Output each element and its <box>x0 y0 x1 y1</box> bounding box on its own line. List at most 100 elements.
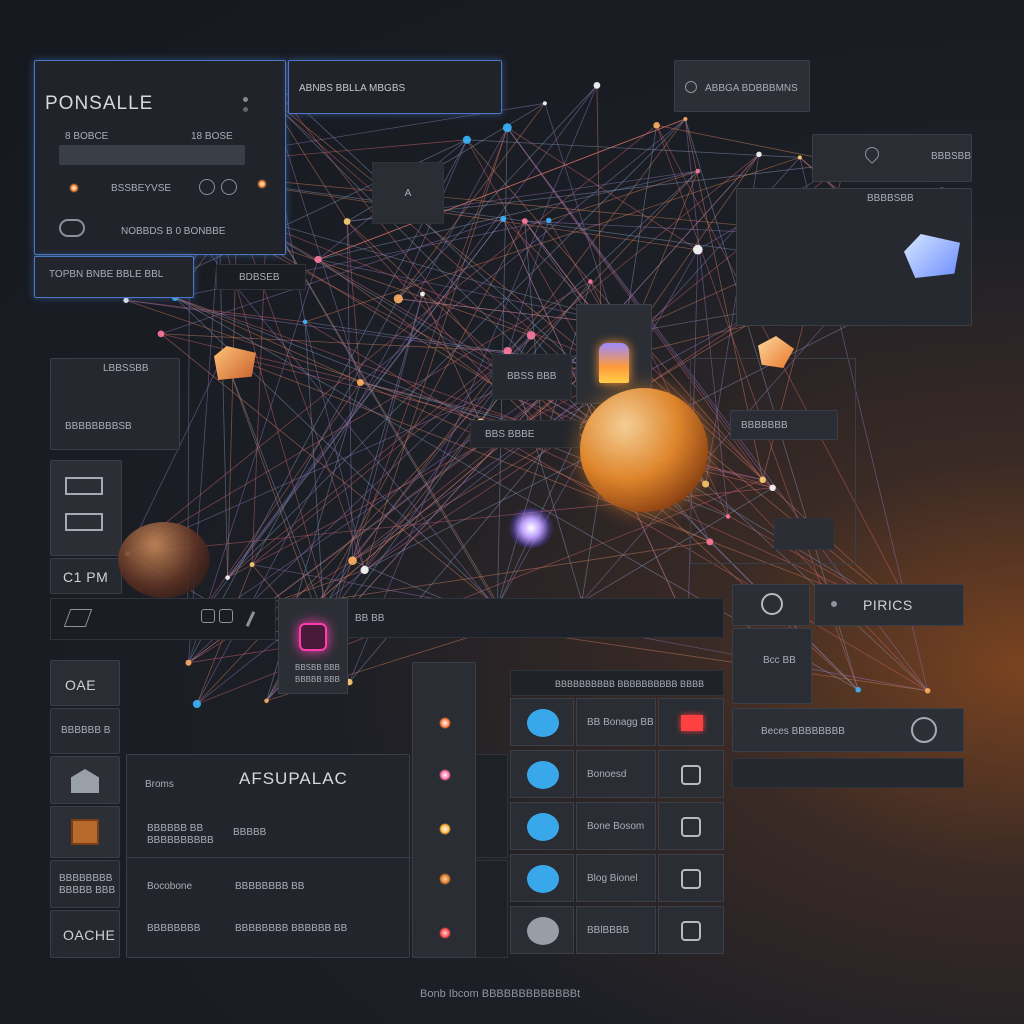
violet-glow <box>508 508 554 548</box>
list-item-action[interactable] <box>658 802 724 850</box>
ponsalle-title: PONSALLE <box>45 93 154 114</box>
middle-left-card: LBBSSBB BBBBBBBBSB <box>50 358 180 450</box>
list-item-label: BB Bonagg BB <box>576 698 656 746</box>
ponsalle-panel: PONSALLE 8 BOBCE 18 BOSE BSSBEYVSE NOBBD… <box>34 60 286 255</box>
list-item-icon[interactable] <box>510 698 574 746</box>
pink-card[interactable]: BBSBB BBB BBBBB BBB <box>278 598 348 694</box>
panel-row-label: 8 BOBCE <box>65 131 109 142</box>
network-node <box>500 215 507 222</box>
oache-footer[interactable]: OACHE <box>50 910 120 958</box>
link-icon[interactable] <box>59 219 85 237</box>
pirics-row2: Beces BBBBBBBB <box>761 726 845 737</box>
star-icon[interactable] <box>439 823 451 835</box>
oae-row2a: BBBBBBBB <box>59 873 113 884</box>
copyright-icon[interactable] <box>911 717 937 743</box>
network-node <box>653 121 660 129</box>
pink-card-label1: BBSBB BBB <box>295 663 340 672</box>
list-item-action[interactable] <box>658 906 724 954</box>
brown-orb <box>118 522 210 598</box>
network-node <box>462 135 472 144</box>
map-icon[interactable] <box>63 609 93 627</box>
network-node <box>393 294 403 304</box>
col-c1: Bocobone <box>147 881 193 892</box>
network-node <box>356 379 364 387</box>
box-icon <box>71 819 99 845</box>
record-icon[interactable] <box>221 179 237 195</box>
home-tile[interactable] <box>50 756 120 804</box>
list-item-icon[interactable] <box>510 906 574 954</box>
settings-icon[interactable] <box>199 179 215 195</box>
middle-left-row2: BBBBBBBBSB <box>65 421 132 432</box>
window-dot-icon <box>243 107 248 112</box>
network-node <box>593 82 601 89</box>
glyph-icon <box>681 817 701 837</box>
network-node <box>855 686 861 693</box>
network-node <box>526 331 536 340</box>
list-item[interactable]: Blog Bionel <box>510 854 724 902</box>
panel-row-label: BSSBEYVSE <box>111 183 172 194</box>
a-button[interactable]: A <box>372 162 444 224</box>
star-icon[interactable] <box>439 717 451 729</box>
dice-icon[interactable] <box>219 609 233 623</box>
edit-icon[interactable] <box>245 611 256 627</box>
footer-tab[interactable]: BDBSEB <box>216 264 306 290</box>
list-item[interactable]: Bone Bosom <box>510 802 724 850</box>
circle-icon[interactable] <box>685 81 697 93</box>
pirics-row1: Bcc BB <box>763 655 796 666</box>
right-top-label: BBBSBB <box>931 151 972 162</box>
film-strip-icon[interactable] <box>65 477 103 495</box>
center-card-b-label: BBS BBBE <box>485 429 535 440</box>
network-node <box>692 244 703 255</box>
list-item-icon[interactable] <box>510 802 574 850</box>
star-icon[interactable] <box>439 769 451 781</box>
oae-title: OAE <box>65 677 97 693</box>
box-tile[interactable] <box>50 806 120 858</box>
network-node <box>302 319 308 325</box>
star-icon[interactable] <box>439 927 451 939</box>
list-item[interactable]: BBlBBBB <box>510 906 724 954</box>
oae-row2b: BBBBB BBB <box>59 885 116 896</box>
network-edge <box>466 139 800 158</box>
abbga-title: ABBGA BDBBBMNS <box>705 83 798 94</box>
pirics-icon-tile[interactable] <box>732 584 810 626</box>
right-second-label: BBBBSBB <box>867 193 914 204</box>
middle-left-row1: LBBSSBB <box>103 363 149 374</box>
list-item-action[interactable] <box>658 750 724 798</box>
col-b1: BBBBB <box>233 827 267 838</box>
pin-icon[interactable] <box>862 144 882 164</box>
pirics-row-card[interactable]: Beces BBBBBBBB <box>732 708 964 752</box>
list-item-label: Bone Bosom <box>576 802 656 850</box>
oae-row2[interactable]: BBBBBBBB BBBBB BBB <box>50 860 120 908</box>
list-item-label: BBlBBBB <box>576 906 656 954</box>
panel-row-label: NOBBDS B 0 BONBBE <box>121 226 226 237</box>
list-item-action[interactable] <box>658 698 724 746</box>
network-node <box>756 151 762 158</box>
network-node <box>420 291 425 297</box>
right-top-card: BBBSBB <box>812 134 972 182</box>
orange-orb <box>580 388 708 512</box>
oae-row1[interactable]: BBBBBB B <box>50 708 120 754</box>
list-item-action[interactable] <box>658 854 724 902</box>
network-node <box>542 101 547 106</box>
list-item[interactable]: BB Bonagg BB <box>510 698 724 746</box>
abnbs-title: ABNBS BBLLA MBGBS <box>299 83 406 94</box>
center-card-b: BBS BBBE <box>470 420 580 448</box>
spark-icon <box>69 183 79 193</box>
film-strip-icon[interactable] <box>65 513 103 531</box>
pirics-title: PIRICS <box>863 597 913 613</box>
ponsalle-footer-bar: TOPBN BNBE BBLE BBL <box>34 256 194 298</box>
list-item-icon[interactable] <box>510 854 574 902</box>
dice-icon[interactable] <box>201 609 215 623</box>
list-item[interactable]: Bonoesd <box>510 750 724 798</box>
right-frame-outline <box>690 358 856 564</box>
pirics-bottom-strip <box>732 758 964 788</box>
list-item-label: Blog Bionel <box>576 854 656 902</box>
list-item-icon[interactable] <box>510 750 574 798</box>
network-node <box>343 218 351 225</box>
star-icon[interactable] <box>439 873 451 885</box>
network-node <box>797 155 802 160</box>
search-input[interactable] <box>59 145 245 165</box>
app-icon <box>527 813 559 841</box>
middle-bottom-tab[interactable]: BB BB <box>355 613 384 624</box>
app-icon <box>527 761 559 789</box>
